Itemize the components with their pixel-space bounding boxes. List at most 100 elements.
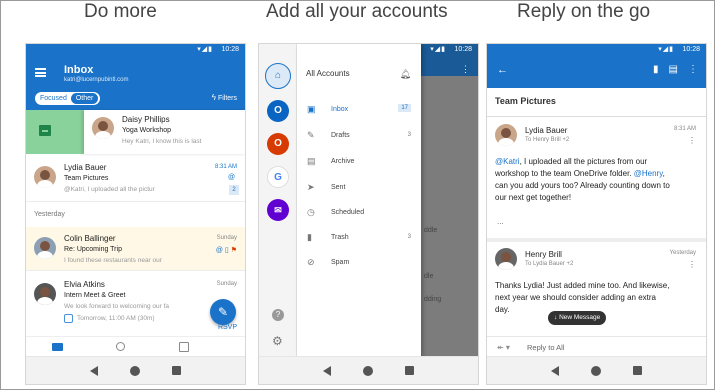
kebab-icon[interactable]: ⋮ bbox=[688, 260, 696, 269]
kebab-icon[interactable]: ⋮ bbox=[688, 136, 696, 145]
tab-other[interactable]: Other bbox=[70, 93, 99, 104]
folder-count: 3 bbox=[407, 234, 411, 240]
hamburger-menu-icon[interactable] bbox=[35, 68, 46, 77]
message-sender: Lydia Bauer bbox=[525, 126, 568, 135]
divider bbox=[487, 116, 706, 117]
mail-subject: Re: Upcoming Trip bbox=[64, 246, 122, 253]
folder-spam[interactable]: ⊘ Spam bbox=[297, 257, 421, 271]
folder-count: 3 bbox=[407, 132, 411, 138]
folder-archive[interactable]: ▤ Archive bbox=[297, 156, 421, 170]
focused-other-toggle[interactable]: Focused Other bbox=[35, 92, 101, 105]
new-message-button[interactable]: ↓ New Message bbox=[548, 311, 607, 325]
message-card[interactable]: Lydia Bauer To Henry Brill +2 8:31 AM ⋮ … bbox=[487, 118, 706, 238]
archive-icon: ▤ bbox=[307, 156, 316, 166]
recents-icon[interactable] bbox=[405, 366, 414, 375]
event-row[interactable]: Tomorrow, 11:00 AM (30m) bbox=[64, 314, 155, 323]
drawer-title: All Accounts bbox=[306, 69, 350, 78]
back-icon[interactable] bbox=[323, 366, 331, 376]
pencil-icon: ✎ bbox=[217, 305, 229, 319]
thread-toolbar: ▮ ▤ ⋮ bbox=[643, 64, 698, 75]
down-arrow-icon: ↓ bbox=[554, 314, 558, 321]
mail-sender: Daisy Phillips bbox=[122, 115, 170, 124]
tab-focused[interactable]: Focused bbox=[40, 95, 67, 102]
office-icon[interactable]: O bbox=[267, 133, 289, 155]
recents-icon[interactable] bbox=[172, 366, 181, 375]
avatar bbox=[495, 124, 517, 146]
phone-inbox: ▾◢▮ 10:28 Inbox katri@lucernpubintl.com … bbox=[25, 43, 246, 385]
trash-icon: ▮ bbox=[307, 232, 312, 242]
reply-bar[interactable]: ↞ ▾ Reply to All bbox=[487, 336, 706, 358]
mail-subject: Team Pictures bbox=[64, 175, 109, 182]
home-icon[interactable] bbox=[130, 366, 140, 376]
recents-icon[interactable] bbox=[633, 366, 642, 375]
calendar-icon bbox=[64, 314, 73, 323]
back-icon[interactable] bbox=[551, 366, 559, 376]
home-icon[interactable] bbox=[591, 366, 601, 376]
calendar-tab-icon[interactable] bbox=[179, 342, 189, 352]
list-item[interactable]: Daisy Phillips Yoga Workshop Hey Katri, … bbox=[26, 110, 245, 154]
avatar bbox=[34, 283, 56, 305]
help-icon[interactable]: ? bbox=[272, 309, 284, 321]
swipe-archive-area[interactable] bbox=[26, 110, 84, 154]
home-icon[interactable]: ⌂ bbox=[265, 63, 291, 89]
trash-icon[interactable]: ▮ bbox=[653, 64, 659, 75]
avatar bbox=[34, 166, 56, 188]
inbox-icon: ▣ bbox=[307, 104, 316, 114]
bell-icon[interactable]: 🔔︎ bbox=[400, 69, 411, 80]
message-recipients: To Lydia Bauer +2 bbox=[525, 261, 574, 267]
message-body: @Katri, I uploaded all the pictures from… bbox=[495, 157, 670, 202]
mail-sender: Elvia Atkins bbox=[64, 280, 105, 289]
list-item[interactable]: Lydia Bauer Team Pictures @Katri, I uplo… bbox=[26, 156, 245, 202]
mail-time: 8:31 AM bbox=[214, 164, 237, 170]
outlook-icon[interactable]: O bbox=[267, 100, 289, 122]
folder-sent[interactable]: ➤ Sent bbox=[297, 182, 421, 196]
thread-app-bar: ▾◢▮ 10:28 ← ▮ ▤ ⋮ bbox=[487, 44, 706, 88]
folder-inbox[interactable]: ▣ Inbox 17 bbox=[297, 104, 421, 118]
compose-button[interactable]: ✎ bbox=[210, 299, 236, 325]
home-icon[interactable] bbox=[363, 366, 373, 376]
filters-button[interactable]: ϟ Filters bbox=[212, 93, 237, 102]
signal-icon: ▾◢▮ bbox=[430, 46, 446, 53]
show-more-button[interactable]: ... bbox=[497, 217, 504, 226]
message-recipients: To Henry Brill +2 bbox=[525, 137, 570, 143]
mail-time: Sunday bbox=[216, 281, 237, 287]
mail-subject: Intern Meet & Greet bbox=[64, 292, 126, 299]
dimmed-text: dle bbox=[424, 273, 434, 280]
sent-icon: ➤ bbox=[307, 182, 315, 192]
phone-reply: ▾◢▮ 10:28 ← ▮ ▤ ⋮ Team Pictures Lydia Baue… bbox=[486, 43, 707, 385]
mention-icon: @ bbox=[228, 174, 236, 181]
heading-add-accounts: Add all your accounts bbox=[266, 1, 448, 22]
section-yesterday: Yesterday bbox=[34, 211, 65, 218]
folder-drafts[interactable]: ✎ Drafts 3 bbox=[297, 130, 421, 144]
folder-trash[interactable]: ▮ Trash 3 bbox=[297, 232, 421, 246]
rsvp-button[interactable]: RSVP bbox=[218, 324, 237, 331]
dimmed-text: ddle bbox=[424, 227, 438, 234]
gear-icon[interactable]: ⚙ bbox=[272, 334, 283, 348]
archive-icon[interactable]: ▤ bbox=[669, 64, 678, 75]
swiped-mail-content[interactable]: Daisy Phillips Yoga Workshop Hey Katri, … bbox=[84, 110, 245, 154]
search-tab-icon[interactable] bbox=[116, 342, 125, 351]
avatar bbox=[495, 248, 517, 270]
spam-icon: ⊘ bbox=[307, 257, 315, 267]
reply-all-label[interactable]: Reply to All bbox=[527, 343, 565, 352]
folder-count: 17 bbox=[398, 104, 411, 112]
mail-preview: I found these restaurants near our bbox=[64, 257, 162, 264]
mail-tab-icon[interactable] bbox=[52, 343, 63, 351]
android-nav-bar bbox=[259, 356, 478, 384]
google-icon[interactable]: G bbox=[267, 166, 289, 188]
yahoo-icon[interactable]: ✉ bbox=[267, 199, 289, 221]
folder-drawer: All Accounts 🔔︎ ▣ Inbox 17 ✎ Drafts 3 ▤ … bbox=[297, 44, 421, 358]
kebab-icon[interactable]: ⋮ bbox=[688, 64, 698, 75]
status-time: 10:28 bbox=[221, 46, 239, 53]
thread-title: Team Pictures bbox=[495, 96, 556, 106]
reply-all-icon[interactable]: ↞ ▾ bbox=[497, 343, 510, 352]
folder-scheduled[interactable]: ◷ Scheduled bbox=[297, 207, 421, 221]
avatar bbox=[92, 117, 114, 139]
status-bar: ▾◢▮ 10:28 bbox=[26, 44, 245, 56]
back-arrow-icon[interactable]: ← bbox=[497, 64, 508, 76]
bottom-tab-bar bbox=[26, 336, 245, 358]
inbox-title: Inbox bbox=[64, 64, 94, 76]
mail-preview: Hey Katri, I know this is last bbox=[122, 138, 202, 145]
back-icon[interactable] bbox=[90, 366, 98, 376]
list-item[interactable]: Colin Ballinger Re: Upcoming Trip I foun… bbox=[26, 227, 245, 271]
